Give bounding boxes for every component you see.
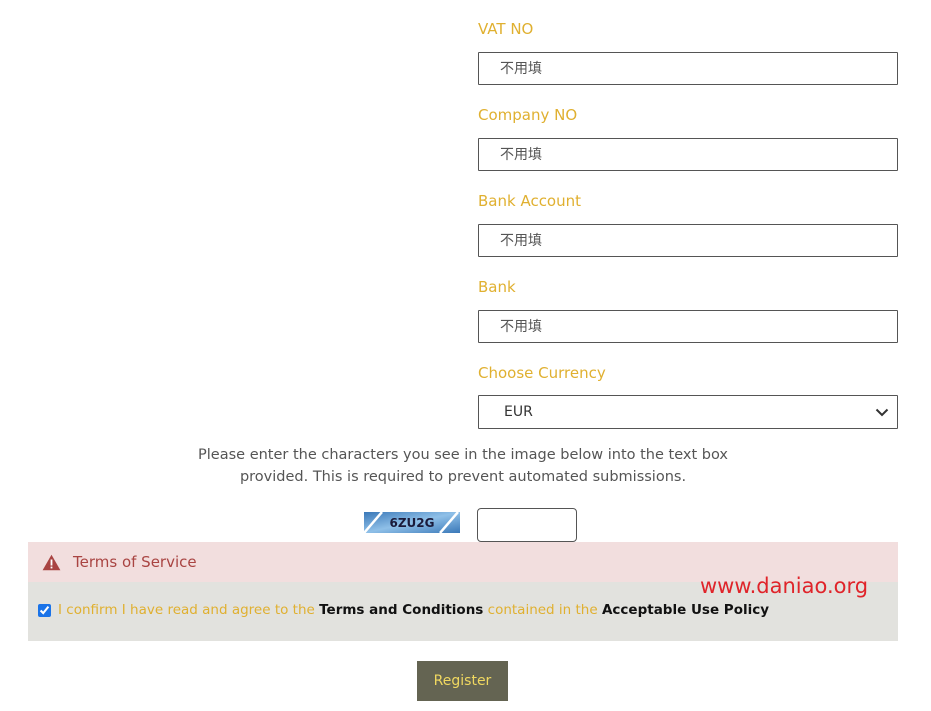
agree-prefix-text: I confirm I have read and agree to the [58, 602, 315, 618]
bank-account-input[interactable] [478, 224, 898, 257]
agree-middle-text: contained in the [487, 602, 598, 618]
agree-checkbox[interactable] [38, 603, 51, 617]
currency-select[interactable]: EUR [478, 395, 898, 429]
captcha-image: 6ZU2G [364, 512, 460, 533]
acceptable-use-policy-link[interactable]: Acceptable Use Policy [602, 602, 769, 618]
bank-label: Bank [478, 278, 516, 296]
bank-input[interactable] [478, 310, 898, 343]
register-button[interactable]: Register [417, 661, 508, 701]
company-no-input[interactable] [478, 138, 898, 171]
tos-title: Terms of Service [73, 553, 197, 571]
agree-row: I confirm I have read and agree to the T… [38, 602, 769, 618]
currency-label: Choose Currency [478, 364, 606, 382]
captcha-instructions: Please enter the characters you see in t… [180, 444, 746, 488]
captcha-input[interactable] [477, 508, 577, 542]
captcha-instructions-line1: Please enter the characters you see in t… [198, 447, 728, 463]
watermark-text: www.daniao.org [700, 574, 869, 598]
warning-triangle-icon [42, 554, 61, 571]
terms-conditions-link[interactable]: Terms and Conditions [319, 602, 483, 618]
currency-selected-value: EUR [504, 404, 533, 420]
vat-no-label: VAT NO [478, 20, 534, 38]
bank-account-label: Bank Account [478, 192, 582, 210]
vat-no-input[interactable] [478, 52, 898, 85]
company-no-label: Company NO [478, 106, 578, 124]
captcha-image-text: 6ZU2G [390, 516, 435, 530]
captcha-instructions-line2: provided. This is required to prevent au… [239, 469, 687, 485]
chevron-down-icon [875, 408, 889, 417]
